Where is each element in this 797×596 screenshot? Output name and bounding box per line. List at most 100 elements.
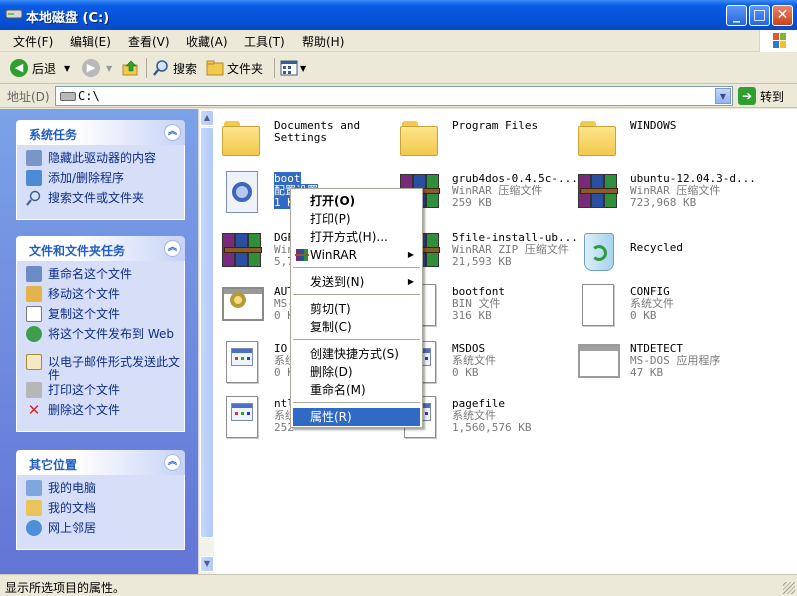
context-menu-properties[interactable]: 属性(R) bbox=[293, 408, 420, 426]
up-folder-button[interactable] bbox=[122, 57, 140, 79]
collapse-icon[interactable]: ︽ bbox=[164, 240, 181, 257]
forward-button[interactable]: ▶ ▼ bbox=[82, 57, 112, 79]
task-add-remove-programs[interactable]: 添加/删除程序 bbox=[26, 170, 180, 191]
task-email-file[interactable]: 以电子邮件形式发送此文件 bbox=[26, 354, 180, 383]
menu-tools[interactable]: 工具(T) bbox=[244, 33, 285, 50]
place-my-computer[interactable]: 我的电脑 bbox=[26, 480, 180, 501]
menu-edit[interactable]: 编辑(E) bbox=[70, 33, 111, 50]
context-menu-send-to[interactable]: 发送到(N) ▶ bbox=[293, 273, 420, 291]
config-settings-icon bbox=[218, 168, 266, 216]
collapse-icon[interactable]: ︽ bbox=[164, 454, 181, 471]
winrar-archive-icon bbox=[218, 227, 266, 275]
file-item[interactable]: NTDETECT MS-DOS 应用程序 47 KB bbox=[574, 338, 752, 390]
task-rename-file[interactable]: 重命名这个文件 bbox=[26, 266, 180, 287]
task-search-files[interactable]: 搜索文件或文件夹 bbox=[26, 190, 180, 211]
go-button[interactable]: ➔ 转到 bbox=[738, 86, 784, 106]
views-icon bbox=[280, 60, 298, 76]
panel-body: 重命名这个文件 移动这个文件 复制这个文件 将这个文件发布到 Web 以电子邮件… bbox=[16, 261, 185, 432]
folders-button[interactable]: 文件夹 bbox=[206, 57, 263, 79]
menu-separator bbox=[293, 267, 420, 268]
file-item[interactable]: Program Files bbox=[396, 115, 574, 167]
context-menu-copy[interactable]: 复制(C) bbox=[293, 318, 420, 336]
search-icon bbox=[26, 190, 42, 206]
toolbar-separator bbox=[274, 58, 275, 78]
panel-title: 文件和文件夹任务 bbox=[29, 244, 126, 258]
file-item[interactable]: Recycled bbox=[574, 227, 752, 279]
address-input[interactable]: C:\ ▼ bbox=[55, 86, 733, 106]
context-menu-open[interactable]: 打开(O) bbox=[293, 192, 420, 210]
task-move-file[interactable]: 移动这个文件 bbox=[26, 286, 180, 307]
search-label: 搜索 bbox=[173, 61, 198, 76]
place-network[interactable]: 网上邻居 bbox=[26, 520, 180, 541]
menu-favorites[interactable]: 收藏(A) bbox=[186, 33, 228, 50]
submenu-arrow-icon: ▶ bbox=[407, 277, 414, 286]
task-print-file[interactable]: 打印这个文件 bbox=[26, 382, 180, 403]
file-size: 0 KB bbox=[630, 309, 657, 322]
file-size: 0 KB bbox=[452, 366, 479, 379]
recycle-bin-icon bbox=[574, 227, 622, 275]
file-tasks-panel: 文件和文件夹任务 ︽ 重命名这个文件 移动这个文件 复制这个文件 将这个文件发布… bbox=[16, 236, 185, 432]
context-menu-open-with[interactable]: 打开方式(H)... bbox=[293, 228, 420, 246]
scroll-thumb[interactable] bbox=[200, 127, 214, 538]
hide-contents-icon bbox=[26, 150, 42, 166]
scroll-up-icon[interactable]: ▲ bbox=[200, 110, 214, 126]
file-icon bbox=[218, 393, 266, 441]
context-menu-cut[interactable]: 剪切(T) bbox=[293, 300, 420, 318]
file-item[interactable]: WINDOWS bbox=[574, 115, 752, 167]
delete-x-icon: ✕ bbox=[27, 401, 41, 419]
search-button[interactable]: 搜索 bbox=[152, 57, 197, 79]
resize-grip-icon[interactable] bbox=[783, 582, 795, 594]
collapse-icon[interactable]: ︽ bbox=[164, 124, 181, 141]
context-menu-rename[interactable]: 重命名(M) bbox=[293, 381, 420, 399]
place-my-documents[interactable]: 我的文档 bbox=[26, 500, 180, 521]
folders-label: 文件夹 bbox=[227, 61, 264, 76]
menu-help[interactable]: 帮助(H) bbox=[302, 33, 344, 50]
back-dropdown-icon[interactable]: ▼ bbox=[64, 64, 70, 73]
context-menu-delete[interactable]: 删除(D) bbox=[293, 363, 420, 381]
task-copy-file[interactable]: 复制这个文件 bbox=[26, 306, 180, 327]
context-menu-create-shortcut[interactable]: 创建快捷方式(S) bbox=[293, 345, 420, 363]
task-publish-to-web[interactable]: 将这个文件发布到 Web bbox=[26, 326, 180, 355]
back-arrow-icon: ◀ bbox=[10, 59, 28, 77]
globe-icon bbox=[26, 326, 42, 342]
forward-dropdown-icon[interactable]: ▼ bbox=[106, 64, 112, 73]
file-item[interactable]: Documents and Settings bbox=[218, 115, 396, 167]
drive-icon bbox=[5, 9, 23, 19]
file-size: 1,560,576 KB bbox=[452, 421, 532, 434]
file-tasks-header[interactable]: 文件和文件夹任务 ︽ bbox=[16, 236, 185, 261]
file-name: Recycled bbox=[630, 241, 683, 254]
views-button[interactable]: ▼ bbox=[280, 57, 306, 79]
other-places-header[interactable]: 其它位置 ︽ bbox=[16, 450, 185, 475]
close-button[interactable]: ✕ bbox=[772, 5, 793, 26]
maximize-button[interactable]: □ bbox=[749, 5, 770, 26]
scroll-down-icon[interactable]: ▼ bbox=[200, 556, 214, 572]
file-size: 723,968 KB bbox=[630, 196, 697, 209]
file-item[interactable]: ubuntu-12.04.3-d... WinRAR 压缩文件 723,968 … bbox=[574, 168, 756, 220]
file-item[interactable]: CONFIG 系统文件 0 KB bbox=[574, 281, 752, 333]
context-menu-print[interactable]: 打印(P) bbox=[293, 210, 420, 228]
status-bar: 显示所选项目的属性。 bbox=[0, 574, 797, 596]
title-bar[interactable]: 本地磁盘 (C:) _ □ ✕ bbox=[0, 0, 797, 30]
drive-icon bbox=[60, 92, 76, 101]
system-tasks-panel: 系统任务 ︽ 隐藏此驱动器的内容 添加/删除程序 搜索文件或文件夹 bbox=[16, 120, 185, 220]
task-delete-file[interactable]: ✕ 删除这个文件 bbox=[26, 401, 180, 423]
menu-bar: 文件(F) 编辑(E) 查看(V) 收藏(A) 工具(T) 帮助(H) bbox=[0, 30, 797, 52]
explorer-window: 本地磁盘 (C:) _ □ ✕ 文件(F) 编辑(E) 查看(V) 收藏(A) … bbox=[0, 0, 797, 596]
views-dropdown-icon[interactable]: ▼ bbox=[300, 64, 306, 73]
back-label: 后退 bbox=[32, 61, 57, 76]
menu-view[interactable]: 查看(V) bbox=[128, 33, 170, 50]
system-tasks-header[interactable]: 系统任务 ︽ bbox=[16, 120, 185, 145]
toolbar: ◀ 后退 ▼ ▶ ▼ 搜索 文件夹 ▼ bbox=[0, 52, 797, 84]
printer-icon bbox=[26, 382, 42, 398]
context-menu-winrar[interactable]: WinRAR ▶ bbox=[293, 246, 420, 264]
task-hide-drive-contents[interactable]: 隐藏此驱动器的内容 bbox=[26, 150, 180, 171]
chevron-down-icon[interactable]: ▼ bbox=[715, 88, 731, 104]
menu-file[interactable]: 文件(F) bbox=[13, 33, 53, 50]
my-documents-icon bbox=[26, 500, 42, 516]
task-pane-scrollbar[interactable]: ▲ ▼ bbox=[198, 109, 214, 574]
back-button[interactable]: ◀ 后退 ▼ bbox=[10, 57, 70, 79]
minimize-button[interactable]: _ bbox=[726, 5, 747, 26]
file-size: 47 KB bbox=[630, 366, 664, 379]
winrar-icon bbox=[295, 249, 309, 261]
panel-title: 系统任务 bbox=[29, 128, 78, 142]
